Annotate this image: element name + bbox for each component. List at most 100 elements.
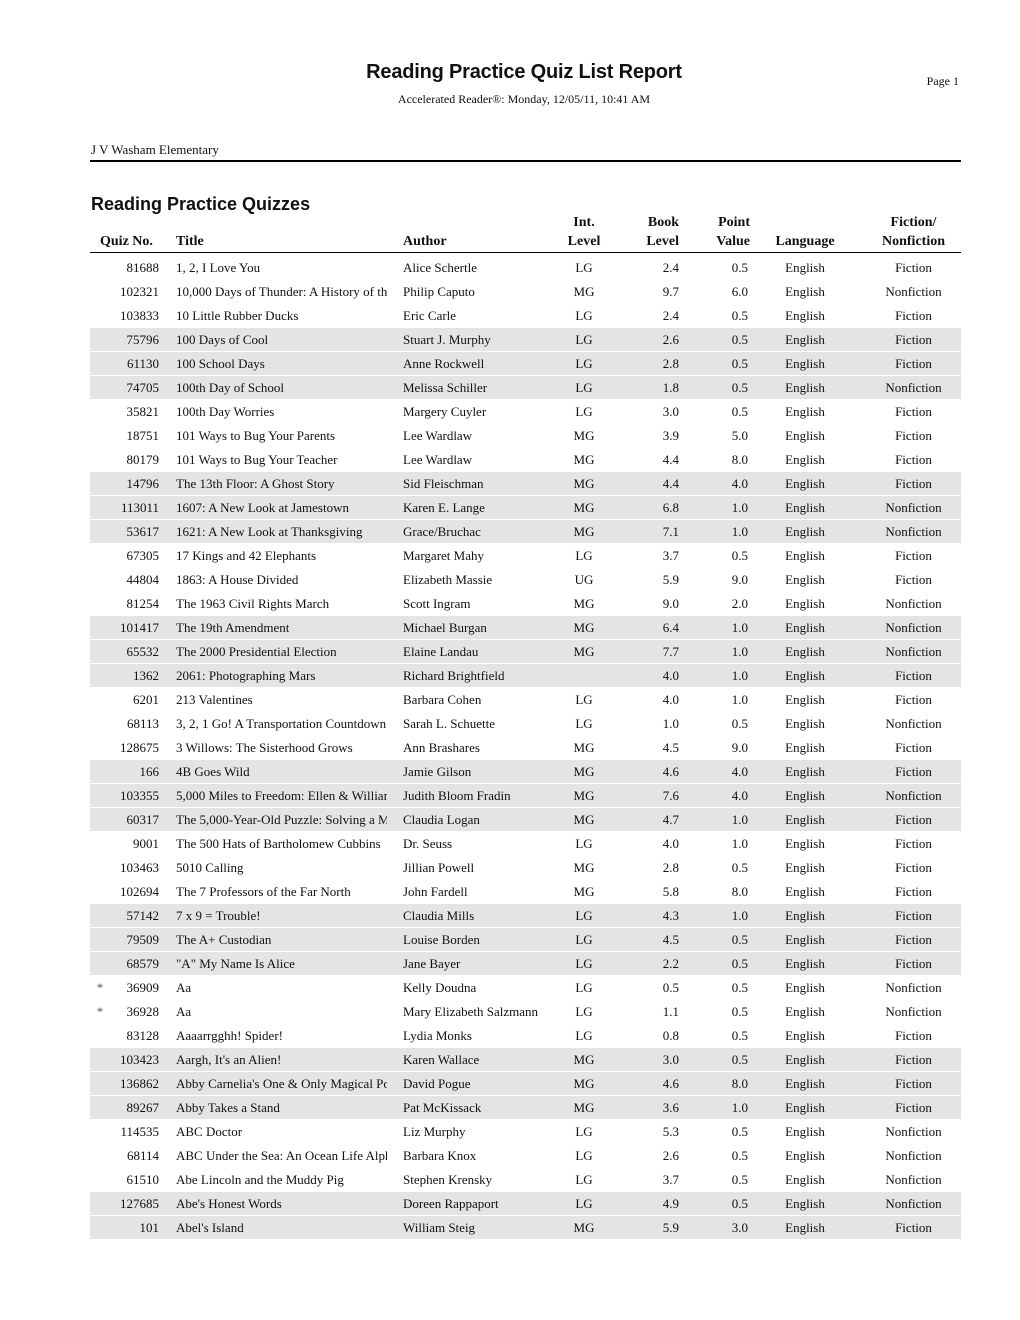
book-author: Kelly Doudna bbox=[403, 980, 477, 995]
book-title: 3 Willows: The Sisterhood Grows bbox=[176, 740, 353, 755]
book-title: The 7 Professors of the Far North bbox=[176, 884, 351, 899]
point-value: 4.0 bbox=[731, 764, 748, 779]
book-level: 5.8 bbox=[662, 884, 679, 899]
book-level: 7.6 bbox=[662, 788, 679, 803]
table-row: 103423 Aargh, It's an Alien! Karen Wallace… bbox=[90, 1048, 961, 1071]
fiction-type: Fiction bbox=[895, 1052, 932, 1067]
book-title: Abby Takes a Stand bbox=[176, 1100, 280, 1115]
point-value: 0.5 bbox=[731, 404, 748, 419]
book-author: Margery Cuyler bbox=[403, 404, 487, 419]
book-level: 7.1 bbox=[662, 524, 679, 539]
book-level: 4.6 bbox=[662, 764, 679, 779]
book-level: 4.9 bbox=[662, 1196, 679, 1211]
table-row: 61130 100 School Days Anne Rockwell LG 2.8 0.… bbox=[90, 352, 961, 375]
point-value: 6.0 bbox=[731, 284, 748, 299]
col-point-value: Point Value bbox=[690, 213, 750, 251]
language: English bbox=[785, 356, 825, 371]
book-title: The 19th Amendment bbox=[176, 620, 290, 635]
book-author: Jamie Gilson bbox=[403, 764, 472, 779]
point-value: 0.5 bbox=[731, 380, 748, 395]
col-int-level-line2: Level bbox=[567, 234, 601, 249]
quiz-number: 103355 bbox=[120, 788, 159, 803]
book-level: 2.2 bbox=[662, 956, 679, 971]
table-row: 83128 Aaaarrgghh! Spider! Lydia Monks LG 0.8… bbox=[90, 1024, 961, 1047]
interest-level: MG bbox=[573, 1076, 595, 1091]
table-row: 74705 100th Day of School Melissa Schiller… bbox=[90, 376, 961, 399]
language: English bbox=[785, 956, 825, 971]
table-row: 101417 The 19th Amendment Michael Burgan MG… bbox=[90, 616, 961, 639]
col-int-level-line1: Int. bbox=[573, 215, 595, 230]
book-author: Dr. Seuss bbox=[403, 836, 453, 851]
language: English bbox=[785, 284, 825, 299]
book-title: 100th Day Worries bbox=[176, 404, 275, 419]
point-value: 0.5 bbox=[731, 932, 748, 947]
book-title: 1607: A New Look at Jamestown bbox=[176, 500, 349, 515]
quiz-number: 103833 bbox=[120, 308, 159, 323]
col-point-value-line2: Value bbox=[716, 234, 750, 249]
book-author: Mary Elizabeth Salzmann bbox=[403, 1004, 539, 1019]
book-level: 2.6 bbox=[662, 332, 679, 347]
book-title: The 5,000-Year-Old Puzzle: Solving a Mys… bbox=[176, 812, 387, 827]
interest-level: MG bbox=[573, 524, 595, 539]
book-level: 1.1 bbox=[662, 1004, 679, 1019]
quiz-number: 75796 bbox=[126, 332, 160, 347]
quiz-number: 83128 bbox=[126, 1028, 160, 1043]
point-value: 5.0 bbox=[731, 428, 748, 443]
fiction-type: Nonfiction bbox=[885, 1124, 942, 1139]
quiz-number: 81688 bbox=[126, 260, 160, 275]
point-value: 0.5 bbox=[731, 1004, 748, 1019]
interest-level: LG bbox=[575, 1172, 593, 1187]
quiz-number: 114535 bbox=[120, 1124, 159, 1139]
table-row: 65532 The 2000 Presidential Election Elain… bbox=[90, 640, 961, 663]
book-author: Stuart J. Murphy bbox=[403, 332, 491, 347]
book-author: Scott Ingram bbox=[403, 596, 471, 611]
language: English bbox=[785, 884, 825, 899]
interest-level: LG bbox=[575, 1196, 593, 1211]
point-value: 1.0 bbox=[731, 692, 748, 707]
book-author: Sarah L. Schuette bbox=[403, 716, 496, 731]
book-author: Karen Wallace bbox=[403, 1052, 480, 1067]
book-author: Doreen Rappaport bbox=[403, 1196, 499, 1211]
book-author: Melissa Schiller bbox=[403, 380, 488, 395]
quiz-number: 68579 bbox=[126, 956, 160, 971]
point-value: 0.5 bbox=[731, 548, 748, 563]
table-row: 128675 3 Willows: The Sisterhood Grows Ann… bbox=[90, 736, 961, 759]
language: English bbox=[785, 692, 825, 707]
quiz-number: 68114 bbox=[126, 1148, 159, 1163]
book-title: 100 School Days bbox=[176, 356, 265, 371]
table-row: * 36909 Aa Kelly Doudna LG 0.5 0.5 English Nonfi… bbox=[90, 976, 961, 999]
quiz-number: 36909 bbox=[126, 980, 160, 995]
point-value: 1.0 bbox=[731, 644, 748, 659]
book-author: Eric Carle bbox=[403, 308, 457, 323]
language: English bbox=[785, 1100, 825, 1115]
book-level: 0.5 bbox=[662, 980, 679, 995]
fiction-type: Fiction bbox=[895, 860, 932, 875]
col-fiction: Fiction/ Nonfiction bbox=[870, 213, 957, 251]
book-level: 3.0 bbox=[662, 404, 679, 419]
language: English bbox=[785, 716, 825, 731]
book-author: Anne Rockwell bbox=[403, 356, 485, 371]
point-value: 4.0 bbox=[731, 788, 748, 803]
interest-level: LG bbox=[575, 956, 593, 971]
point-value: 0.5 bbox=[731, 1028, 748, 1043]
language: English bbox=[785, 740, 825, 755]
fiction-type: Fiction bbox=[895, 548, 932, 563]
quiz-number: 57142 bbox=[126, 908, 160, 923]
report-title: Reading Practice Quiz List Report bbox=[366, 61, 682, 83]
table-row: 166 4B Goes Wild Jamie Gilson MG 4.6 4.0 Engli… bbox=[90, 760, 961, 783]
fiction-type: Fiction bbox=[895, 932, 932, 947]
table-row: 103355 5,000 Miles to Freedom: Ellen & Wi… bbox=[90, 784, 961, 807]
book-title: 17 Kings and 42 Elephants bbox=[176, 548, 317, 563]
fiction-type: Nonfiction bbox=[885, 500, 942, 515]
book-level: 4.4 bbox=[662, 476, 679, 491]
book-author: David Pogue bbox=[403, 1076, 471, 1091]
table-row: 68114 ABC Under the Sea: An Ocean Life Al… bbox=[90, 1144, 961, 1167]
language: English bbox=[785, 380, 825, 395]
fiction-type: Fiction bbox=[895, 956, 932, 971]
point-value: 0.5 bbox=[731, 956, 748, 971]
book-level: 0.8 bbox=[662, 1028, 679, 1043]
point-value: 1.0 bbox=[731, 836, 748, 851]
table-row: 6201 213 Valentines Barbara Cohen LG 4.0 1.0 E… bbox=[90, 688, 961, 711]
book-title: 7 x 9 = Trouble! bbox=[176, 908, 261, 923]
fiction-type: Fiction bbox=[895, 572, 932, 587]
